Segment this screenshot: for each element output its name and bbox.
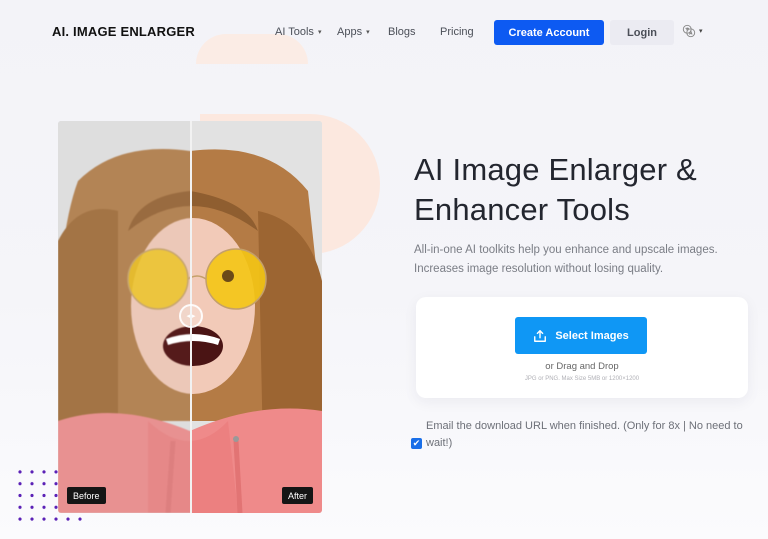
page-subtitle: All-in-one AI toolkits help you enhance …: [414, 241, 754, 279]
chevron-down-icon: ▾: [366, 29, 370, 36]
before-image-pane: [58, 121, 191, 513]
arrow-left-icon: ◂: [186, 312, 190, 320]
nav-pricing[interactable]: Pricing: [440, 26, 474, 38]
nav-blogs[interactable]: Blogs: [388, 26, 416, 38]
create-account-button[interactable]: Create Account: [494, 20, 604, 45]
nav-blogs-label: Blogs: [388, 26, 416, 38]
upload-icon: [534, 329, 547, 342]
login-button[interactable]: Login: [610, 20, 674, 45]
checkmark-icon: ✔: [412, 438, 421, 448]
nav-apps-label: Apps: [337, 26, 363, 38]
drag-drop-hint: or Drag and Drop: [545, 361, 619, 372]
language-icon: [682, 24, 696, 38]
after-image-pane: [191, 121, 322, 513]
page-title-line2: Enhancer Tools: [414, 192, 630, 227]
site-logo[interactable]: AI. IMAGE ENLARGER: [52, 24, 195, 39]
compare-slider-handle[interactable]: ◂ ▸: [179, 304, 203, 328]
select-images-label: Select Images: [555, 329, 629, 342]
page-subtitle-line2: Increases image resolution without losin…: [414, 263, 664, 275]
email-option-label-line2: wait!): [426, 437, 453, 449]
chevron-down-icon: ▾: [317, 29, 322, 36]
page-title: AI Image Enlarger & Enhancer Tools: [414, 150, 754, 230]
before-label: Before: [67, 487, 106, 504]
portrait-photo-after: [191, 121, 322, 513]
portrait-photo-before: [58, 121, 191, 513]
nav-ai-tools[interactable]: AI Tools ▾: [275, 26, 321, 38]
after-label: After: [281, 487, 313, 504]
email-option-checkbox[interactable]: ✔: [411, 438, 422, 449]
select-images-button[interactable]: Select Images: [515, 317, 647, 354]
before-after-comparison[interactable]: ◂ ▸ Before After: [58, 121, 322, 513]
nav-pricing-label: Pricing: [440, 26, 474, 38]
nav-ai-tools-label: AI Tools: [275, 26, 314, 38]
page-subtitle-line1: All-in-one AI toolkits help you enhance …: [414, 244, 718, 256]
nav-apps[interactable]: Apps ▾: [337, 26, 370, 38]
file-limits-hint: JPG or PNG. Max Size 5MB or 1200×1200: [524, 376, 640, 382]
chevron-down-icon: ▾: [699, 28, 703, 35]
arrow-right-icon: ▸: [192, 312, 196, 320]
site-header: AI. IMAGE ENLARGER AI Tools ▾ Apps ▾ Blo…: [0, 0, 768, 64]
page-title-line1: AI Image Enlarger &: [414, 152, 697, 187]
email-option-label-line1: Email the download URL when finished. (O…: [426, 420, 743, 432]
upload-dropzone[interactable]: Select Images or Drag and Drop JPG or PN…: [416, 297, 748, 398]
language-selector[interactable]: ▾: [682, 24, 703, 38]
